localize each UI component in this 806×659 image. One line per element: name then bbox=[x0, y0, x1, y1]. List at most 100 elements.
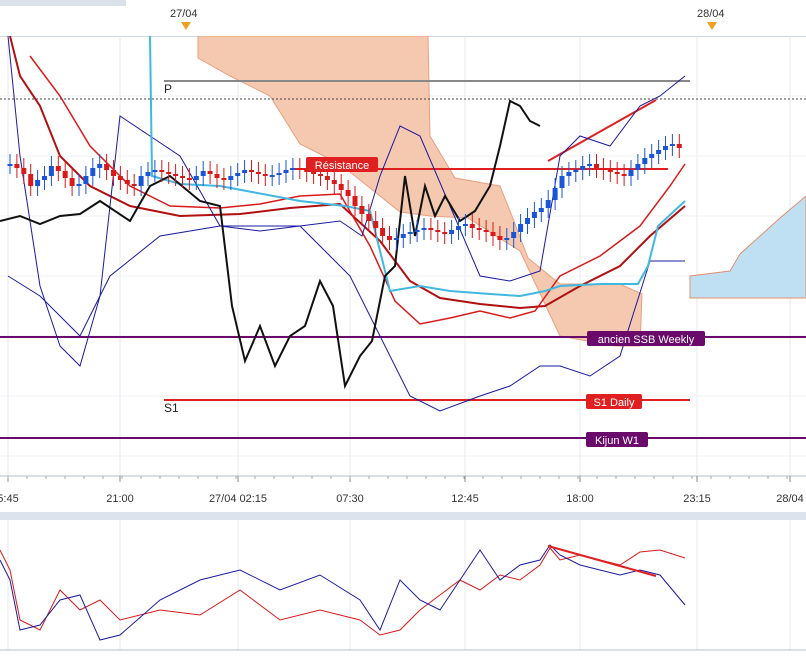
candle bbox=[55, 166, 61, 171]
candle bbox=[90, 168, 96, 176]
date-header: 27/04 28/04 bbox=[0, 0, 806, 37]
candle bbox=[290, 168, 296, 170]
x-tick-label: 07:30 bbox=[336, 493, 364, 505]
candle bbox=[152, 170, 158, 172]
candle bbox=[173, 174, 179, 176]
candle bbox=[600, 168, 606, 170]
candle bbox=[318, 174, 323, 176]
price-chart[interactable]: P Résistance ancien SSB Weekly S1 S1 Daily Ki… bbox=[0, 36, 806, 512]
candle bbox=[221, 178, 227, 180]
candle bbox=[656, 150, 662, 154]
oscillator-chart[interactable] bbox=[0, 520, 806, 659]
candle bbox=[138, 176, 144, 186]
candle bbox=[531, 212, 537, 218]
pane-separator[interactable] bbox=[0, 512, 806, 520]
candle bbox=[525, 218, 530, 224]
candle bbox=[421, 228, 427, 230]
candle bbox=[117, 176, 123, 180]
candle bbox=[104, 164, 110, 170]
candle bbox=[111, 170, 116, 176]
time-axis: 5:45 21:00 27/04 02:15 07:30 12:45 18:00 23:15… bbox=[0, 476, 804, 505]
x-tick-label: 12:45 bbox=[451, 493, 479, 505]
candle bbox=[400, 234, 406, 238]
candle bbox=[414, 230, 420, 232]
candle bbox=[483, 230, 489, 232]
candle bbox=[214, 174, 220, 178]
candle bbox=[97, 164, 103, 168]
candle bbox=[663, 146, 668, 150]
candle bbox=[28, 174, 34, 186]
x-tick-label: 21:00 bbox=[106, 493, 134, 505]
candle bbox=[442, 232, 448, 234]
oscillator-lines bbox=[0, 544, 686, 641]
bullish-cloud bbox=[689, 195, 806, 299]
candle bbox=[518, 224, 524, 232]
candle bbox=[338, 184, 344, 190]
date-marker-1-icon[interactable] bbox=[181, 22, 191, 30]
candle bbox=[242, 170, 248, 173]
candle bbox=[7, 164, 13, 166]
candle bbox=[649, 154, 655, 158]
candle bbox=[352, 196, 358, 206]
candle bbox=[669, 144, 675, 146]
candle bbox=[566, 172, 572, 176]
candle bbox=[545, 200, 551, 208]
candle bbox=[186, 178, 192, 180]
candle bbox=[580, 166, 586, 170]
candle bbox=[642, 158, 648, 164]
candle bbox=[469, 224, 475, 228]
x-tick-label: 27/04 02:15 bbox=[209, 493, 267, 505]
candle bbox=[48, 166, 54, 176]
candle bbox=[497, 236, 503, 240]
candle bbox=[552, 188, 558, 200]
label-ssb-weekly: ancien SSB Weekly bbox=[598, 334, 695, 346]
candle bbox=[628, 170, 634, 176]
candle bbox=[428, 228, 434, 230]
chikou-line bbox=[0, 99, 541, 390]
candle bbox=[331, 180, 337, 184]
date-label-1: 27/04 bbox=[170, 8, 198, 20]
candle bbox=[676, 144, 682, 148]
ichimoku-cloud bbox=[197, 36, 806, 347]
candle bbox=[83, 176, 89, 184]
candle bbox=[255, 172, 261, 174]
oscillator-red bbox=[0, 547, 686, 636]
candle bbox=[262, 174, 268, 176]
candle bbox=[131, 184, 137, 186]
candle bbox=[462, 224, 468, 226]
candle bbox=[311, 172, 317, 174]
candle bbox=[435, 230, 441, 232]
candle bbox=[76, 184, 82, 186]
candle bbox=[200, 171, 206, 176]
level-labels: P Résistance ancien SSB Weekly S1 S1 Daily Ki… bbox=[164, 82, 705, 447]
candle bbox=[276, 173, 282, 175]
candle bbox=[35, 180, 41, 186]
candle bbox=[166, 172, 172, 174]
candle bbox=[387, 236, 392, 240]
oscillator-grid bbox=[0, 520, 806, 651]
candle bbox=[559, 176, 565, 188]
date-label-2: 28/04 bbox=[697, 8, 725, 20]
candle bbox=[124, 180, 130, 184]
label-s1: S1 bbox=[164, 401, 179, 415]
label-kijun-w1: Kijun W1 bbox=[595, 435, 639, 447]
candle bbox=[145, 172, 151, 176]
candle bbox=[614, 172, 620, 174]
candle bbox=[69, 178, 75, 186]
candle bbox=[393, 238, 399, 240]
date-marker-2-icon[interactable] bbox=[707, 22, 717, 30]
candle bbox=[62, 171, 68, 178]
label-s1-daily: S1 Daily bbox=[594, 397, 635, 409]
candle bbox=[373, 221, 379, 228]
candle bbox=[42, 176, 47, 180]
candle bbox=[235, 173, 241, 176]
candle bbox=[283, 170, 289, 173]
candle bbox=[538, 208, 544, 212]
candle bbox=[297, 168, 303, 170]
candle bbox=[366, 214, 372, 221]
candle bbox=[345, 190, 351, 196]
x-tick-label: 5:45 bbox=[0, 493, 19, 505]
bearish-cloud bbox=[197, 36, 643, 347]
candle bbox=[587, 164, 593, 166]
candle bbox=[476, 228, 482, 230]
